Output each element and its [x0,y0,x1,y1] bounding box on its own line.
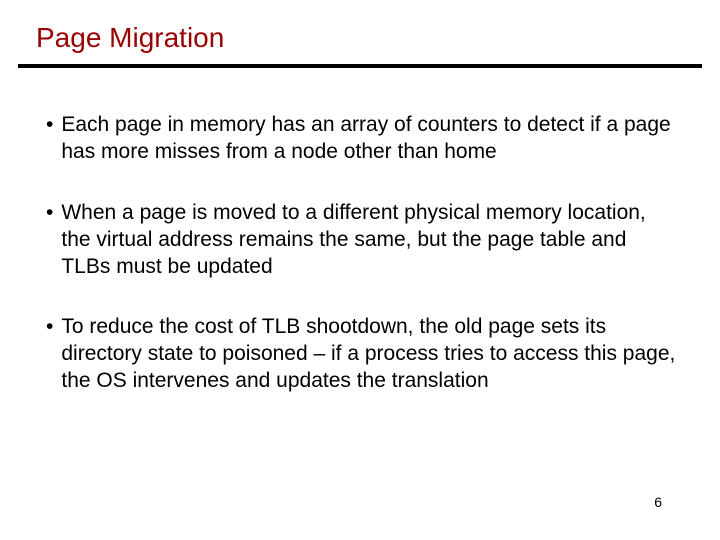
bullet-text: Each page in memory has an array of coun… [61,112,676,166]
bullet-marker-icon: • [46,112,53,166]
bullet-marker-icon: • [46,200,53,281]
page-number: 6 [654,494,662,510]
slide-body: • Each page in memory has an array of co… [46,112,676,395]
bullet-text: To reduce the cost of TLB shootdown, the… [61,314,676,395]
title-underline [18,64,702,68]
bullet-text: When a page is moved to a different phys… [61,200,676,281]
bullet-item: • To reduce the cost of TLB shootdown, t… [46,314,676,395]
bullet-marker-icon: • [46,314,53,395]
slide-title: Page Migration [36,22,224,54]
slide: Page Migration • Each page in memory has… [0,0,720,540]
bullet-item: • When a page is moved to a different ph… [46,200,676,281]
bullet-item: • Each page in memory has an array of co… [46,112,676,166]
